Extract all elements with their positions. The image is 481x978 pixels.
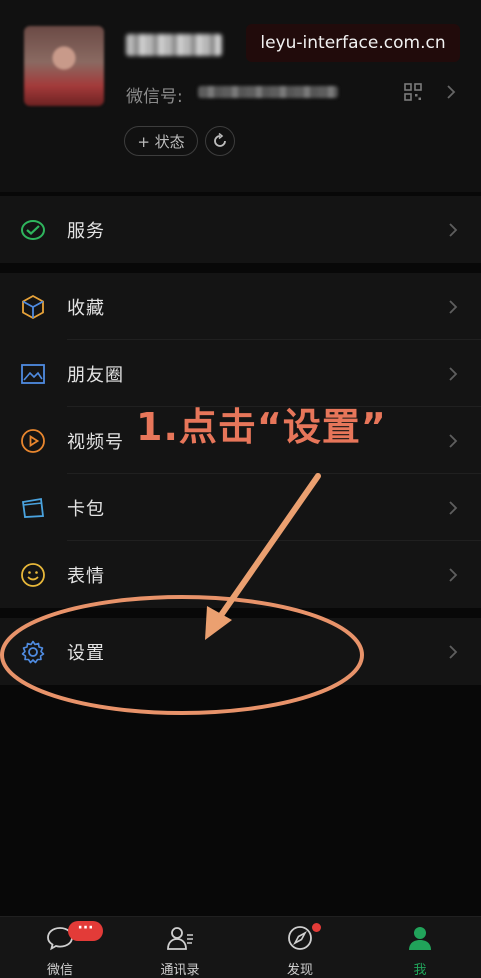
menu-item-label: 收藏 bbox=[67, 297, 105, 319]
avatar[interactable] bbox=[24, 26, 104, 106]
chevron-right-icon bbox=[449, 299, 458, 314]
add-status-button[interactable]: + 状态 bbox=[124, 126, 198, 156]
person-icon bbox=[409, 927, 431, 950]
menu-item-favorites[interactable]: 收藏 bbox=[0, 273, 481, 340]
tab-discover[interactable]: 发现 bbox=[240, 917, 360, 978]
qr-code-icon[interactable] bbox=[404, 83, 422, 101]
nickname-blurred bbox=[126, 34, 222, 56]
menu-item-label: 表情 bbox=[67, 565, 105, 587]
chevron-right-icon bbox=[447, 85, 456, 99]
menu-item-stickers[interactable]: 表情 bbox=[0, 541, 481, 608]
menu-item-label: 服务 bbox=[67, 220, 105, 242]
play-circle-icon bbox=[21, 428, 45, 453]
tab-chats[interactable]: ··· 微信 bbox=[0, 917, 120, 978]
chevron-right-icon bbox=[449, 500, 458, 515]
settings-group: 设置 bbox=[0, 618, 481, 685]
tab-label: 通讯录 bbox=[160, 963, 200, 978]
tab-contacts[interactable]: 通讯录 bbox=[120, 917, 240, 978]
compass-icon bbox=[288, 926, 312, 950]
bottom-tab-bar: ··· 微信 通讯录 发现 我 bbox=[0, 916, 481, 978]
refresh-status-button[interactable] bbox=[205, 126, 235, 156]
new-content-dot bbox=[312, 923, 321, 932]
refresh-icon bbox=[214, 133, 226, 147]
watermark: leyu-interface.com.cn bbox=[246, 24, 460, 62]
gear-icon bbox=[21, 640, 45, 663]
menu-item-card-wallet[interactable]: 卡包 bbox=[0, 474, 481, 541]
smiley-icon bbox=[21, 562, 45, 587]
wxid-label: 微信号: bbox=[126, 87, 183, 107]
menu-item-label: 设置 bbox=[67, 642, 105, 664]
tab-label: 发现 bbox=[286, 963, 313, 978]
contacts-icon bbox=[167, 927, 193, 950]
status-button-label: + 状态 bbox=[137, 132, 185, 151]
service-group: 服务 bbox=[0, 196, 481, 263]
menu-item-service[interactable]: 服务 bbox=[0, 196, 481, 263]
chevron-right-icon bbox=[449, 567, 458, 582]
annotation-text: 1.点击“设置” bbox=[136, 405, 387, 449]
wxid-blurred bbox=[198, 86, 338, 98]
menu-item-label: 朋友圈 bbox=[67, 364, 124, 386]
tab-label: 微信 bbox=[46, 963, 73, 978]
card-icon bbox=[21, 497, 45, 518]
chevron-right-icon bbox=[449, 366, 458, 381]
tab-me[interactable]: 我 bbox=[360, 917, 480, 978]
chevron-right-icon bbox=[449, 644, 458, 659]
cube-icon bbox=[22, 294, 44, 319]
chevron-right-icon bbox=[449, 433, 458, 448]
image-icon bbox=[21, 363, 45, 384]
chevron-right-icon bbox=[449, 222, 458, 237]
menu-item-settings[interactable]: 设置 bbox=[0, 618, 481, 685]
menu-item-label: 视频号 bbox=[67, 431, 124, 453]
tab-label: 我 bbox=[413, 963, 427, 978]
unread-badge: ··· bbox=[68, 921, 103, 941]
menu-item-label: 卡包 bbox=[67, 498, 105, 520]
service-icon bbox=[21, 219, 45, 240]
